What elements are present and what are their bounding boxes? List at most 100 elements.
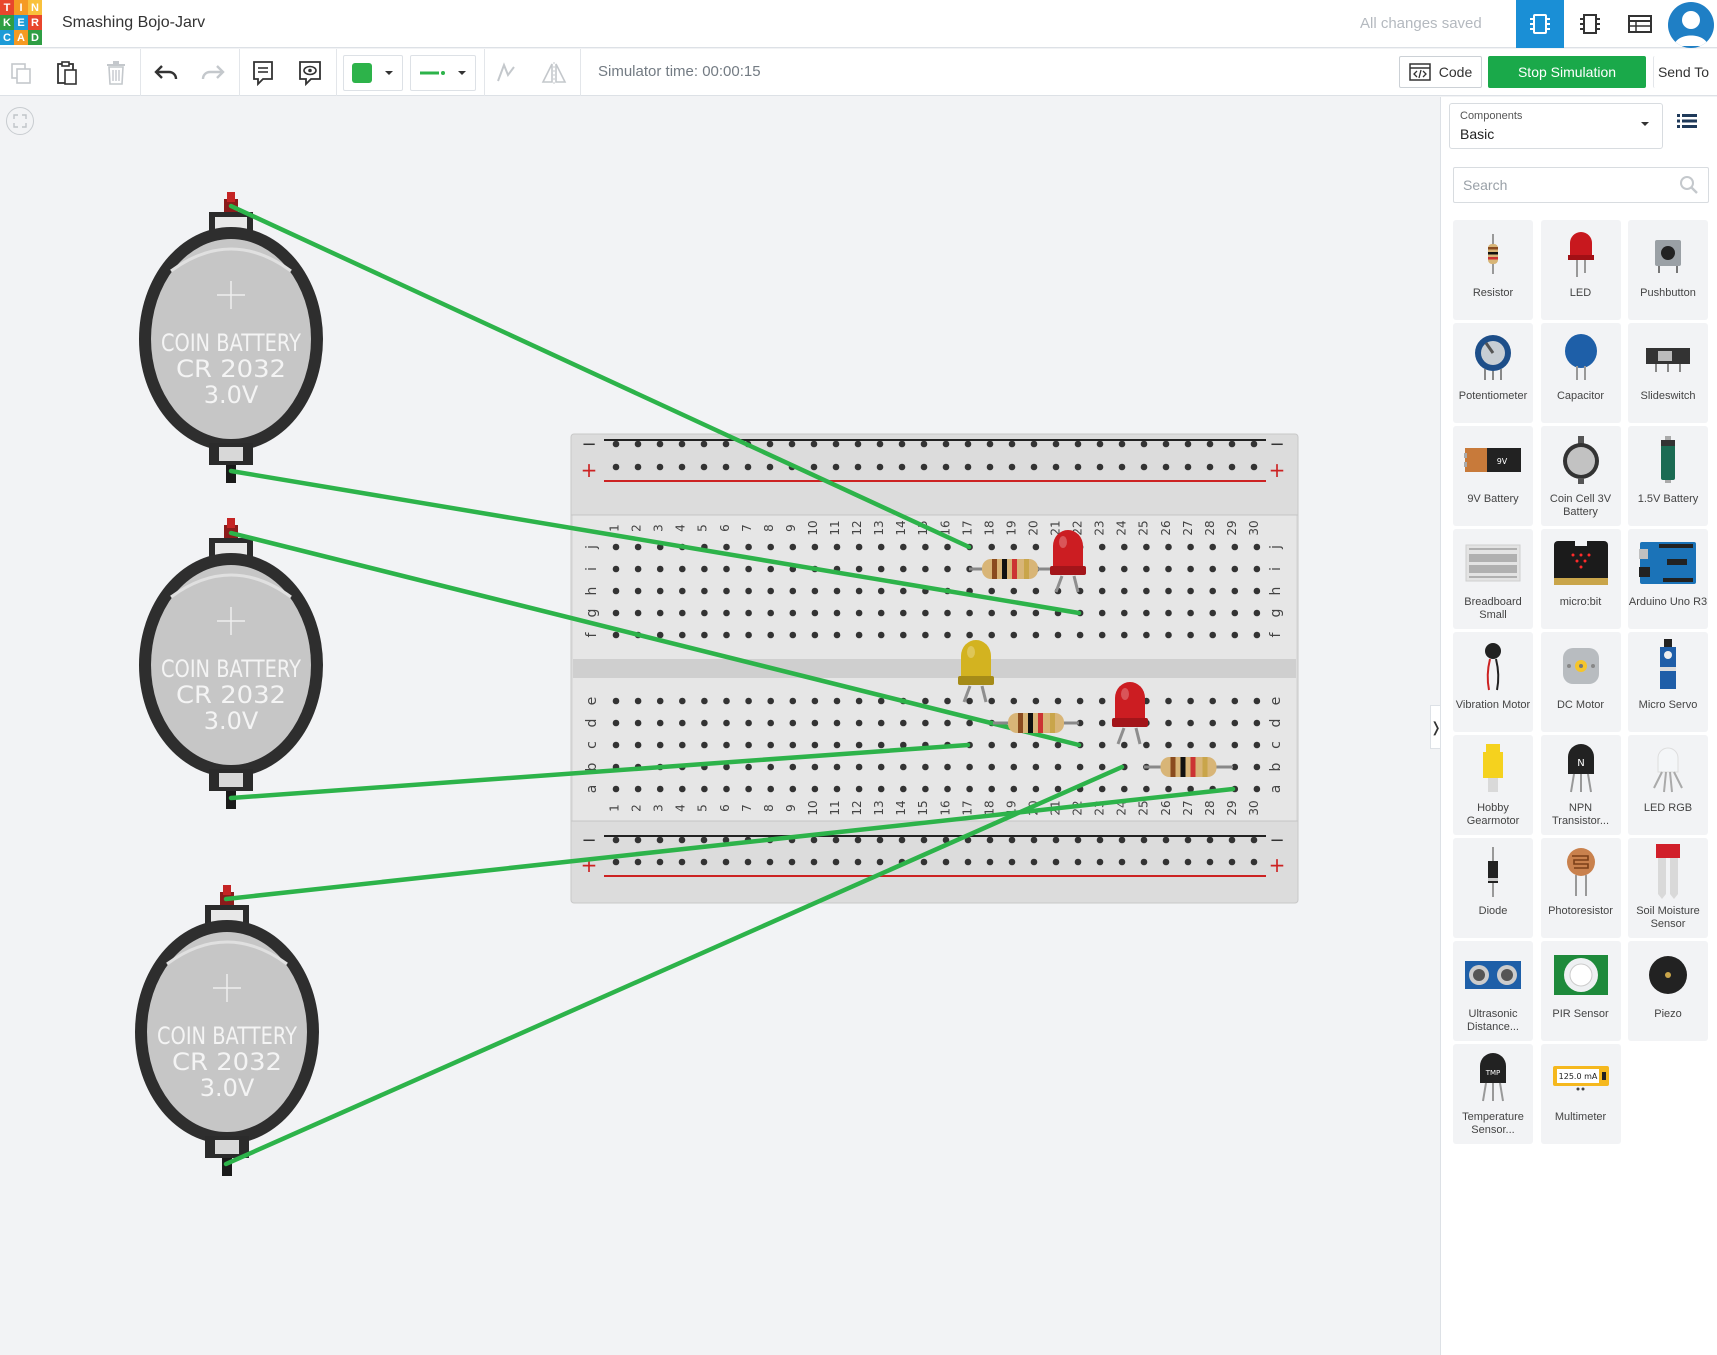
components-dropdown[interactable]: Components Basic [1449,103,1663,149]
component-multimeter[interactable]: 125.0 mA Multimeter [1540,1044,1621,1144]
resistor-band[interactable] [1190,757,1196,777]
led-highlight[interactable] [967,646,975,658]
notes-button[interactable] [245,55,281,91]
component-led[interactable]: LED [1540,220,1621,320]
circuit-drawing[interactable]: −−++−−++12345678910111213141516171819202… [0,97,1440,1355]
coin-battery[interactable]: COIN BATTERYCR 20323.0V [139,518,323,809]
battery-label-line1[interactable]: COIN BATTERY [161,655,301,683]
battery-label-line3[interactable]: 3.0V [204,381,259,409]
led-dome[interactable] [961,640,991,678]
led-highlight[interactable] [1059,536,1067,548]
component-temperature-sensor[interactable]: TMP Temperature Sensor... [1453,1044,1533,1144]
resistor-body[interactable] [1160,757,1217,777]
component-piezo[interactable]: Piezo [1628,941,1708,1041]
led-dome[interactable] [1115,682,1145,720]
component-photoresistor[interactable]: Photoresistor [1540,838,1621,938]
battery-positive-tip[interactable] [227,192,235,202]
component-dc-motor[interactable]: DC Motor [1540,632,1621,732]
circuit-canvas[interactable]: −−++−−++12345678910111213141516171819202… [0,97,1440,1355]
rail-hole [612,463,620,471]
resistor-band[interactable] [1018,713,1023,733]
tinkercad-logo[interactable]: TINKERCAD [0,0,42,46]
component-soil-moisture-sensor[interactable]: Soil Moisture Sensor [1628,838,1708,938]
stop-simulation-button[interactable]: Stop Simulation [1488,56,1646,88]
flip-button[interactable] [536,55,572,91]
resistor-band[interactable] [1002,559,1007,579]
component-diode[interactable]: Diode [1453,838,1533,938]
terminal-hole [1143,785,1150,793]
user-avatar[interactable] [1668,2,1714,48]
resistor-body[interactable] [982,559,1038,579]
component-resistor[interactable]: Resistor [1453,220,1533,320]
battery-label-line1[interactable]: COIN BATTERY [161,329,301,357]
redo-button[interactable] [195,55,231,91]
resistor-band[interactable] [992,559,997,579]
list-view-button[interactable] [1677,113,1697,134]
resistor-band[interactable] [1050,713,1055,733]
led-highlight[interactable] [1121,688,1129,700]
led-base[interactable] [1112,718,1148,727]
coin-battery[interactable]: COIN BATTERYCR 20323.0V [135,885,319,1176]
resistor-band[interactable] [1180,757,1186,777]
resistor-band[interactable] [1012,559,1017,579]
battery-tab-window[interactable] [219,447,243,461]
battery-tab-window[interactable] [219,773,243,787]
breadboard[interactable]: −−++−−++12345678910111213141516171819202… [570,433,1299,904]
component-led-rgb[interactable]: LED RGB [1628,735,1708,835]
battery-label-line2[interactable]: CR 2032 [176,681,286,709]
resistor-band[interactable] [1202,757,1208,777]
send-to-button[interactable]: Send To [1653,56,1713,88]
battery-label-line1[interactable]: COIN BATTERY [157,1022,297,1050]
terminal-hole [1032,587,1040,595]
wire-type-dropdown[interactable] [410,55,476,91]
led-dome[interactable] [1053,530,1083,568]
component-npn-transistor[interactable]: N NPN Transistor... [1540,735,1621,835]
battery-positive-tip[interactable] [227,518,235,528]
copy-button[interactable] [3,55,39,91]
component-micro-servo[interactable]: Micro Servo [1628,632,1708,732]
project-title[interactable]: Smashing Bojo-Jarv [62,14,205,32]
battery-negative-lead[interactable] [226,465,236,483]
breadboard-center-channel[interactable] [573,659,1296,678]
battery-label-line3[interactable]: 3.0V [200,1074,255,1102]
resistor-body[interactable] [1008,713,1064,733]
component-potentiometer[interactable]: Potentiometer [1453,323,1533,423]
terminal-hole [789,763,797,771]
component-arduino-uno-r3[interactable]: Arduino Uno R3 [1628,529,1708,629]
component-slideswitch[interactable]: Slideswitch [1628,323,1708,423]
delete-button[interactable] [98,55,134,91]
component-search-input[interactable] [1453,167,1709,203]
component-breadboard-small[interactable]: Breadboard Small [1453,529,1533,629]
rotate-button[interactable] [488,55,524,91]
component-vibration-motor[interactable]: Vibration Motor [1453,632,1533,732]
component-pir-sensor[interactable]: PIR Sensor [1540,941,1621,1041]
battery-positive-tip[interactable] [223,885,231,895]
undo-button[interactable] [148,55,184,91]
resistor-band[interactable] [1170,757,1176,777]
battery-label-line2[interactable]: CR 2032 [176,355,286,383]
component-coin-cell-3v-battery[interactable]: Coin Cell 3V Battery [1540,426,1621,526]
battery-tab-window[interactable] [215,1140,239,1154]
component-1-5v-battery[interactable]: 1.5V Battery [1628,426,1708,526]
component-9v-battery[interactable]: 9V 9V Battery [1453,426,1533,526]
code-button[interactable]: Code [1399,56,1482,88]
schematic-view-button[interactable] [1566,0,1614,48]
toggle-notes-visibility-button[interactable] [292,55,328,91]
paste-button[interactable] [49,55,85,91]
component-ultrasonic-distance[interactable]: Ultrasonic Distance... [1453,941,1533,1041]
component-capacitor[interactable]: Capacitor [1540,323,1621,423]
resistor-band[interactable] [1028,713,1033,733]
resistor-band[interactable] [1024,559,1029,579]
component-micro-bit[interactable]: micro:bit [1540,529,1621,629]
resistor-band[interactable] [1038,713,1043,733]
led-base[interactable] [958,676,994,685]
terminal-hole [1187,631,1194,639]
component-list-view-button[interactable] [1616,0,1664,48]
wire-color-dropdown[interactable] [343,55,403,91]
circuit-view-button[interactable] [1516,0,1564,48]
led-base[interactable] [1050,566,1086,575]
battery-label-line3[interactable]: 3.0V [204,707,259,735]
battery-label-line2[interactable]: CR 2032 [172,1048,282,1076]
component-hobby-gearmotor[interactable]: Hobby Gearmotor [1453,735,1533,835]
component-pushbutton[interactable]: Pushbutton [1628,220,1708,320]
